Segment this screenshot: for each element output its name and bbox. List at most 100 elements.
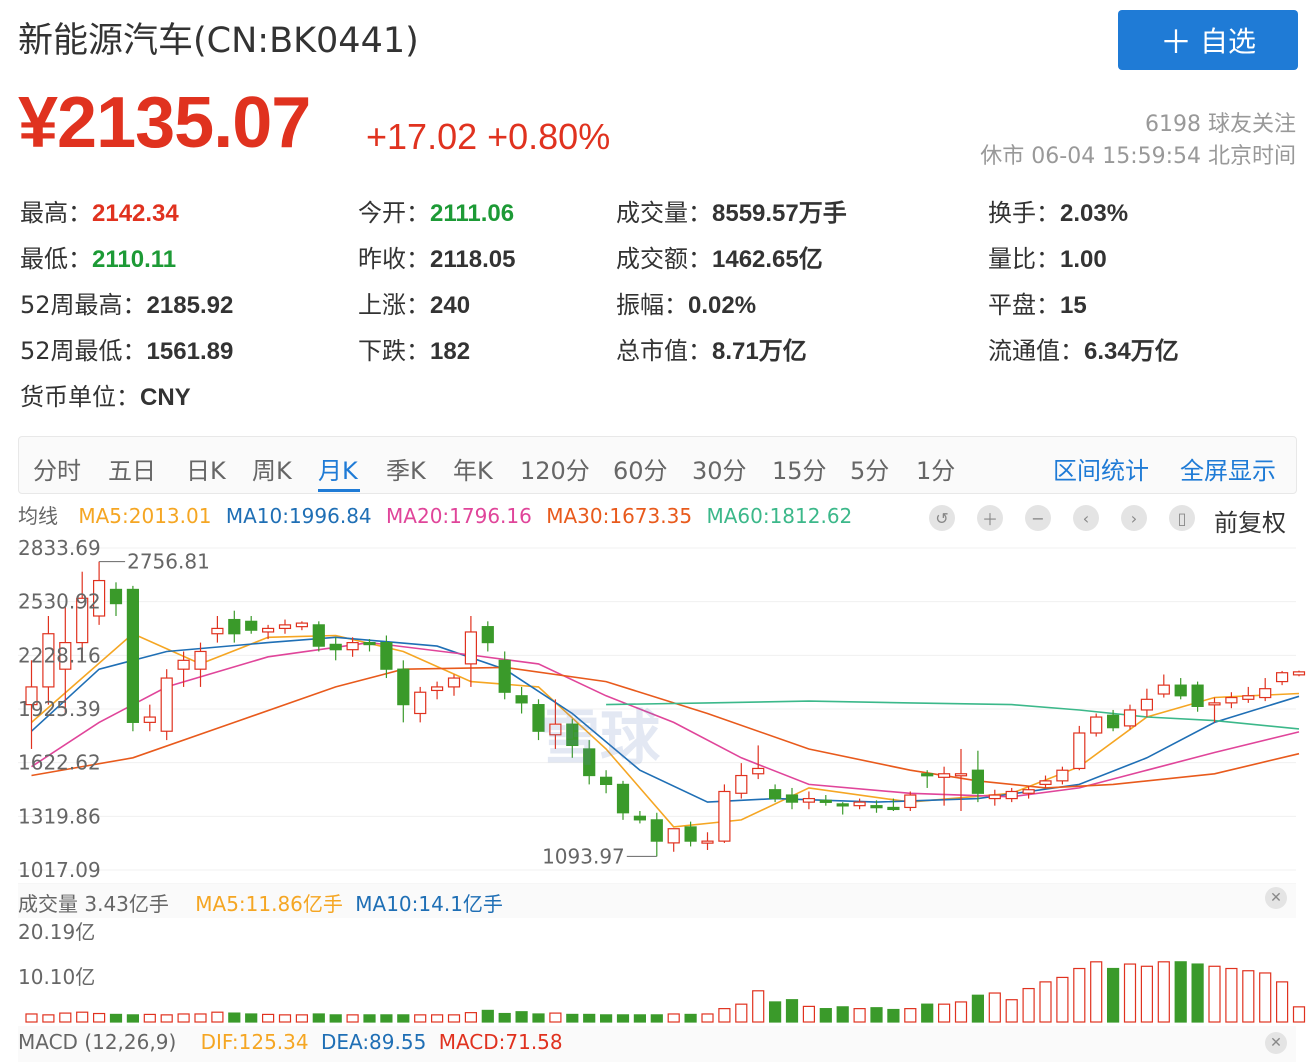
volume-bar <box>143 1013 156 1023</box>
candle-body <box>633 815 647 821</box>
candle-body <box>126 588 140 723</box>
candle-body <box>498 659 511 693</box>
candle-body <box>397 668 410 706</box>
volume-bar <box>1140 965 1154 1023</box>
volume-ma5: MA5:11.86亿手 <box>195 892 343 916</box>
candle-body <box>667 828 680 844</box>
ma-lines <box>30 632 1300 828</box>
volume-bar <box>42 1014 55 1023</box>
volume-bar <box>819 1008 832 1023</box>
candle-body <box>937 773 951 778</box>
candle-body <box>228 618 241 635</box>
volume-bar <box>278 1014 292 1023</box>
candle-body <box>599 776 613 786</box>
volume-bar <box>1275 981 1289 1023</box>
candle-body <box>363 641 376 646</box>
candle-body <box>802 797 816 803</box>
min-price-label: 1093.97 <box>542 844 625 868</box>
macd-dea: DEA:89.55 <box>320 1030 427 1054</box>
y-tick-label: 1925.39 <box>18 697 101 721</box>
volume-bar <box>295 1014 308 1023</box>
macd-value: MACD:71.58 <box>438 1030 563 1054</box>
volume-bar <box>1039 981 1052 1023</box>
volume-bar <box>954 1001 968 1023</box>
ma5-line <box>30 632 1300 828</box>
volume-bar <box>1242 970 1255 1023</box>
candle-body <box>177 659 190 670</box>
volume-bar <box>684 1013 697 1023</box>
candle-body <box>109 588 123 605</box>
candle-body <box>143 716 156 723</box>
candle-body <box>988 794 1001 800</box>
volume-bar <box>599 1014 613 1023</box>
volume-bar <box>667 1013 680 1023</box>
candle-body <box>1208 702 1221 706</box>
candle-body <box>481 626 494 644</box>
volume-bar <box>937 1003 951 1023</box>
volume-tick-label: 10.10亿 <box>18 965 95 989</box>
volume-bar <box>76 1011 89 1023</box>
volume-bar <box>650 1014 663 1023</box>
volume-bar <box>262 1013 275 1023</box>
volume-ma10: MA10:14.1亿手 <box>355 892 503 916</box>
volume-bar <box>498 1012 511 1023</box>
volume-bar <box>194 1013 207 1023</box>
y-tick-label: 2833.69 <box>18 536 101 560</box>
y-tick-label: 2228.16 <box>18 643 101 667</box>
candle-body <box>1073 732 1086 770</box>
candle-body <box>1157 684 1170 695</box>
candle-body <box>887 806 900 811</box>
volume-bar <box>414 1014 427 1023</box>
volume-bar <box>211 1011 224 1023</box>
volume-bar <box>228 1012 241 1023</box>
candle-body <box>346 641 359 651</box>
volume-bar <box>363 1014 376 1023</box>
close-volume-icon[interactable]: ✕ <box>1265 887 1287 909</box>
volume-bar <box>701 1013 714 1023</box>
candle-body <box>1140 698 1154 711</box>
volume-bar <box>1056 976 1069 1023</box>
candle-body <box>245 620 258 631</box>
candle-body <box>1174 684 1187 697</box>
volume-bar <box>768 1001 782 1023</box>
volume-bar <box>515 1011 528 1023</box>
watermark-logo: 雪球 <box>540 704 660 774</box>
candle-body <box>414 691 427 715</box>
candle-body <box>735 774 748 794</box>
candle-body <box>836 803 849 807</box>
candle-body <box>1022 789 1035 794</box>
volume-bar <box>25 1013 38 1023</box>
candle-body <box>1123 709 1137 727</box>
candle-body <box>1225 696 1238 704</box>
candle-body <box>1056 769 1069 782</box>
volume-bar <box>718 1008 731 1023</box>
candle-body <box>870 805 883 809</box>
volume-tick-label: 20.19亿 <box>18 920 95 944</box>
candle-body <box>380 641 393 670</box>
candle-body <box>329 643 342 651</box>
volume-bar <box>1073 967 1086 1023</box>
candle-body <box>515 695 528 704</box>
volume-bar <box>464 1012 477 1023</box>
candle-body <box>295 622 308 628</box>
candle-body <box>1005 790 1018 800</box>
volume-bar <box>1259 972 1272 1023</box>
candle-body <box>1039 780 1052 786</box>
volume-bar <box>329 1014 342 1023</box>
volume-bar <box>92 1012 106 1023</box>
y-tick-label: 1017.09 <box>18 858 101 882</box>
volume-legend-label: 成交量 3.43亿手 <box>18 892 169 916</box>
close-macd-icon[interactable]: ✕ <box>1265 1032 1287 1054</box>
volume-bar <box>346 1014 359 1023</box>
candle-body <box>785 794 799 803</box>
volume-bar <box>126 1014 140 1023</box>
volume-bar <box>870 1007 883 1023</box>
volume-bar <box>616 1014 630 1023</box>
volume-bar <box>566 1013 579 1023</box>
candle-body <box>1090 716 1103 734</box>
candle-body <box>1259 688 1272 699</box>
volume-bar <box>245 1013 258 1023</box>
volume-bar <box>1174 961 1187 1023</box>
y-tick-label: 1319.86 <box>18 804 101 828</box>
macd-legend: MACD (12,26,9) DIF:125.34 DEA:89.55 MACD… <box>18 1030 563 1054</box>
